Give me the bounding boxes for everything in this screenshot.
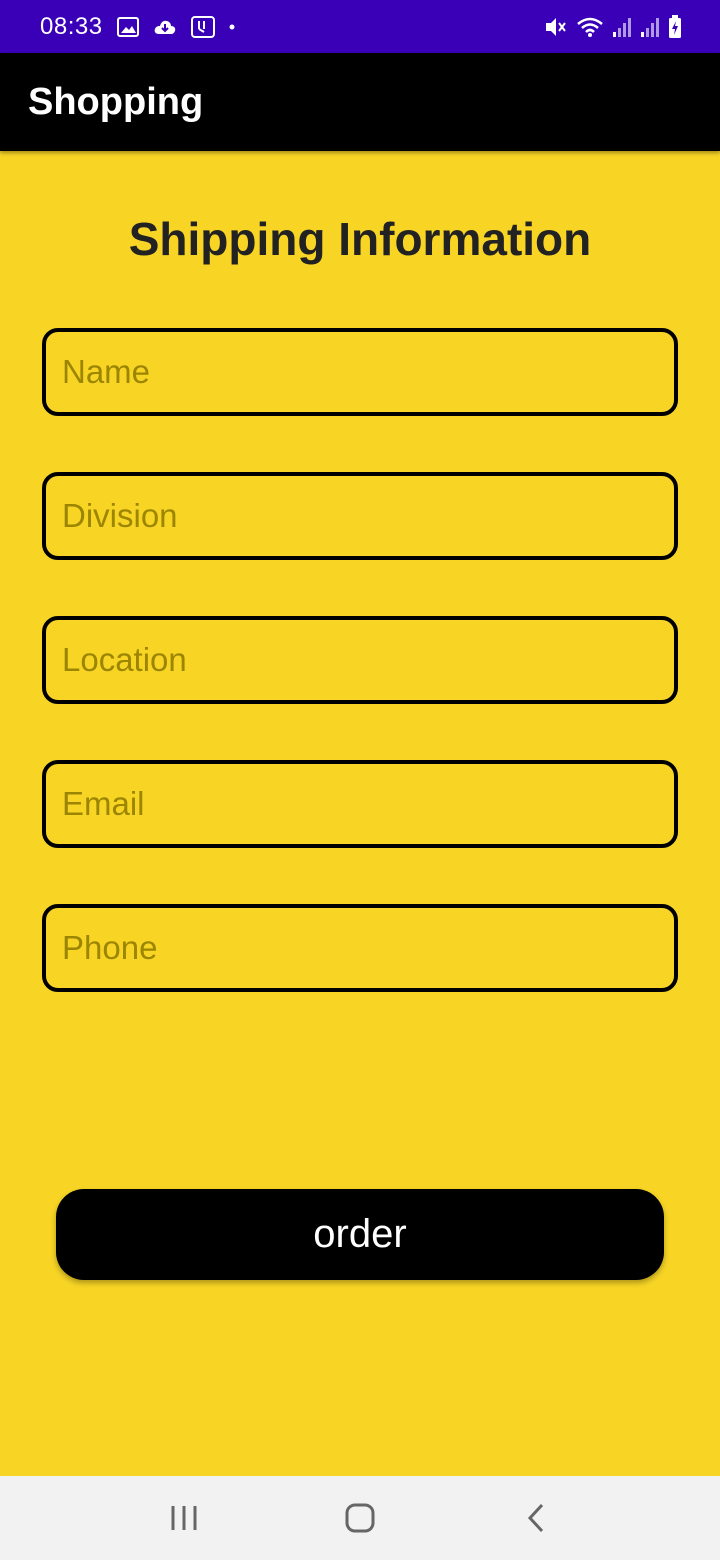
page-title: Shipping Information — [128, 213, 592, 265]
status-bar: 08:33 — [0, 0, 720, 53]
home-icon[interactable] — [330, 1488, 390, 1548]
back-icon[interactable] — [506, 1488, 566, 1548]
recent-apps-icon[interactable] — [154, 1488, 214, 1548]
app-title: Shopping — [28, 80, 204, 123]
location-field[interactable] — [42, 616, 678, 704]
dot-icon — [229, 24, 235, 30]
voicemail-icon — [190, 15, 215, 38]
name-field[interactable] — [42, 328, 678, 416]
email-field[interactable] — [42, 760, 678, 848]
phone-field[interactable] — [42, 904, 678, 992]
navigation-bar — [0, 1476, 720, 1560]
division-field[interactable] — [42, 472, 678, 560]
signal-icon — [640, 16, 660, 38]
app-bar: Shopping — [0, 53, 720, 151]
status-time: 08:33 — [40, 12, 103, 40]
battery-charging-icon — [668, 14, 682, 39]
wifi-icon — [576, 16, 604, 38]
status-right — [544, 14, 682, 39]
order-button[interactable]: order — [56, 1189, 664, 1280]
cloud-download-icon — [153, 18, 177, 36]
gallery-icon — [116, 16, 139, 37]
signal-icon — [612, 16, 632, 38]
status-left: 08:33 — [40, 13, 235, 41]
mute-icon — [544, 16, 568, 38]
